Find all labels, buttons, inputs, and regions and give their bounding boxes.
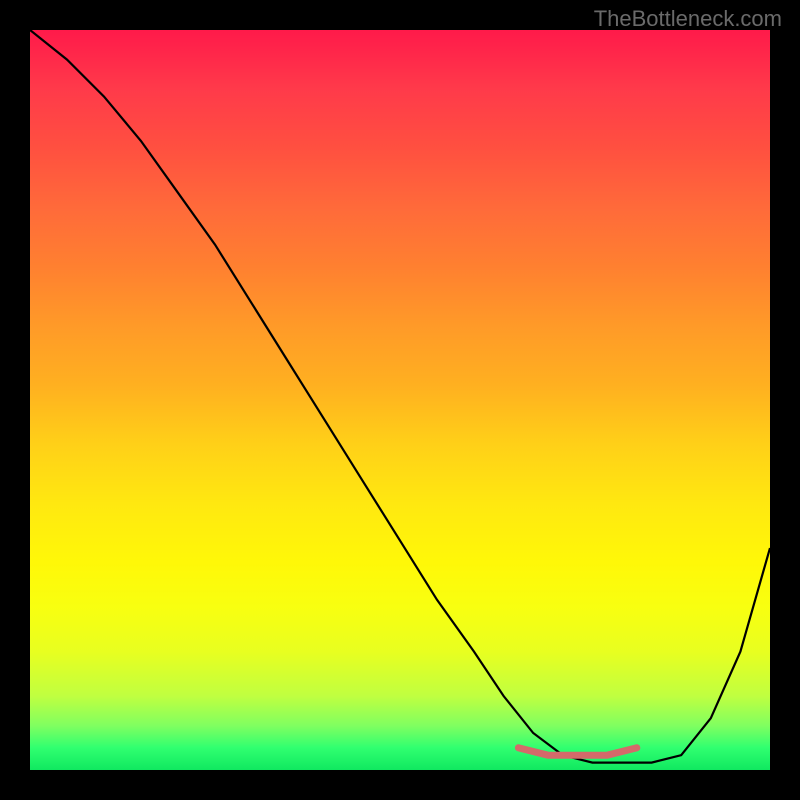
watermark-text: TheBottleneck.com xyxy=(594,6,782,32)
optimal-range-marker-line xyxy=(518,748,636,755)
bottleneck-curve-line xyxy=(30,30,770,763)
chart-plot-area xyxy=(30,30,770,770)
chart-svg xyxy=(30,30,770,770)
